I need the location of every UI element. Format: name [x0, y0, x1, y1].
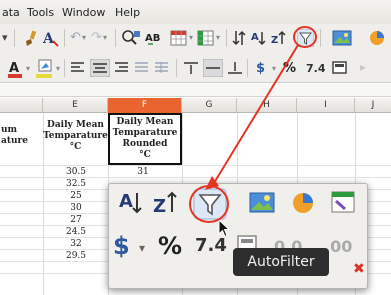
menu-tools[interactable]: Tools [27, 6, 54, 19]
decimal-button[interactable]: 7.4 [306, 63, 326, 74]
background-color-icon[interactable] [36, 59, 56, 79]
chevron-down-icon[interactable]: ▾ [56, 65, 60, 73]
sort-ascending-icon[interactable]: A [119, 190, 145, 216]
formula-bar-edge [0, 84, 391, 97]
spellcheck-icon[interactable]: AB [145, 30, 167, 46]
font-color-icon[interactable]: A [8, 59, 24, 79]
justify-icon[interactable] [154, 61, 170, 75]
currency-button[interactable]: $ [256, 62, 265, 75]
autofilter-icon[interactable] [297, 29, 314, 47]
cell-f-value[interactable]: 31 [115, 167, 171, 177]
column-header-j[interactable]: J [355, 98, 391, 113]
menu-help[interactable]: Help [115, 6, 140, 19]
svg-text:A: A [119, 191, 133, 212]
menu-data[interactable]: ata [2, 6, 20, 19]
standard-toolbar: ▾ A ↶ ▾ ↷ ▾ AB ▾ ▾ A Z [0, 24, 391, 53]
autofilter-tooltip: AutoFilter [233, 248, 329, 276]
column-header-f[interactable]: F [108, 98, 182, 113]
toolbar-separator [226, 29, 227, 47]
svg-text:AB: AB [145, 33, 160, 44]
toolbar-separator [320, 29, 321, 47]
currency-button[interactable]: $ [113, 234, 130, 258]
insert-rows-icon[interactable] [170, 29, 188, 47]
chevron-down-icon[interactable]: ▾ [82, 34, 86, 42]
svg-text:Z: Z [271, 35, 278, 46]
toolbar-separator [64, 59, 65, 77]
paintbrush-icon[interactable] [22, 29, 38, 47]
undo-icon[interactable]: ↶ [70, 31, 81, 44]
pivot-table-icon[interactable] [331, 191, 357, 215]
find-replace-icon[interactable] [121, 29, 141, 47]
cell-e-value[interactable]: 29.5 [48, 251, 104, 261]
toolbar-separator [176, 59, 177, 77]
column-header-partial[interactable] [0, 98, 43, 113]
column-header-h[interactable]: H [237, 98, 297, 113]
number-format-icon[interactable] [332, 61, 348, 75]
toolbar-separator [14, 29, 15, 47]
chevron-down-icon[interactable]: ▾ [103, 34, 107, 42]
chevron-down-icon[interactable]: ▾ [189, 34, 193, 42]
insert-image-icon[interactable] [332, 29, 352, 47]
align-right-icon[interactable] [114, 61, 130, 75]
svg-text:Z: Z [153, 196, 166, 216]
menu-bar: ata Tools Window Help [0, 0, 391, 24]
formatting-toolbar: A ▾ ▾ $ ▾ % 7.4 ▸ [0, 53, 391, 83]
redo-icon[interactable]: ↷ [91, 31, 102, 44]
cell-e-value[interactable]: 32.5 [48, 179, 104, 189]
percent-button[interactable]: % [283, 62, 296, 75]
svg-text:A: A [42, 31, 55, 47]
cell-e-value[interactable]: 27 [48, 215, 104, 225]
dropdown-arrow-icon[interactable]: ▾ [2, 32, 8, 43]
cell-e-value[interactable]: 30.5 [48, 167, 104, 177]
chevron-down-icon[interactable]: ▾ [216, 34, 220, 42]
cell-e-value[interactable]: 24.5 [48, 227, 104, 237]
chevron-down-icon[interactable]: ▾ [139, 242, 145, 254]
align-left-icon[interactable] [70, 61, 86, 75]
insert-columns-icon[interactable] [197, 29, 215, 47]
mouse-cursor-icon [218, 219, 231, 238]
toolbar-overflow-icon[interactable]: ▸ [360, 61, 366, 73]
header-cell-f: Daily Mean Temparature Rounded °C [112, 117, 178, 160]
align-center-icon[interactable] [90, 59, 110, 77]
toolbar-separator [64, 29, 65, 47]
sort-ascending-icon[interactable]: A [251, 29, 267, 47]
cell-e-value[interactable]: 25 [48, 191, 104, 201]
align-top-icon[interactable] [183, 61, 199, 75]
chevron-down-icon[interactable]: ▾ [272, 65, 276, 73]
insert-chart-icon[interactable] [291, 191, 315, 215]
insert-image-icon[interactable] [249, 192, 275, 214]
svg-text:A: A [251, 32, 259, 43]
menu-window[interactable]: Window [62, 6, 105, 19]
sort-icon[interactable] [232, 29, 246, 47]
gridline [0, 177, 391, 178]
autofilter-icon[interactable] [193, 188, 227, 220]
selected-cell-f[interactable]: Daily Mean Temparature Rounded °C [108, 113, 182, 165]
percent-button[interactable]: % [158, 234, 182, 258]
partial-header-cell[interactable]: um ature [0, 125, 40, 147]
insert-chart-icon[interactable] [368, 29, 386, 47]
delete-decimal-icon[interactable]: ✖ [353, 262, 365, 276]
header-cell-e[interactable]: Daily Mean Temparature °C [43, 120, 108, 153]
align-bottom-icon[interactable] [227, 61, 243, 75]
sort-descending-icon[interactable]: Z [153, 190, 179, 216]
merge-cells-icon[interactable] [134, 61, 150, 75]
toolbar-zoom-callout: A Z $ ▾ % 7.4 0.0 .00 ✖ AutoFilter [108, 183, 368, 289]
column-header-g[interactable]: G [182, 98, 237, 113]
clear-formatting-icon[interactable]: A [42, 29, 60, 47]
toolbar-separator [247, 59, 248, 77]
column-header-i[interactable]: I [297, 98, 355, 113]
toolbar-separator [115, 29, 116, 47]
gridline [0, 165, 391, 166]
font-color-label: A [9, 61, 19, 76]
sort-descending-icon[interactable]: Z [271, 29, 287, 47]
cell-e-value[interactable]: 30 [48, 203, 104, 213]
chevron-down-icon[interactable]: ▾ [26, 65, 30, 73]
decimal-button[interactable]: 7.4 [195, 237, 227, 255]
cell-e-value[interactable]: 32 [48, 239, 104, 249]
column-headers: E F G H I J [0, 98, 391, 113]
column-header-e[interactable]: E [43, 98, 108, 113]
align-middle-icon[interactable] [203, 59, 223, 77]
